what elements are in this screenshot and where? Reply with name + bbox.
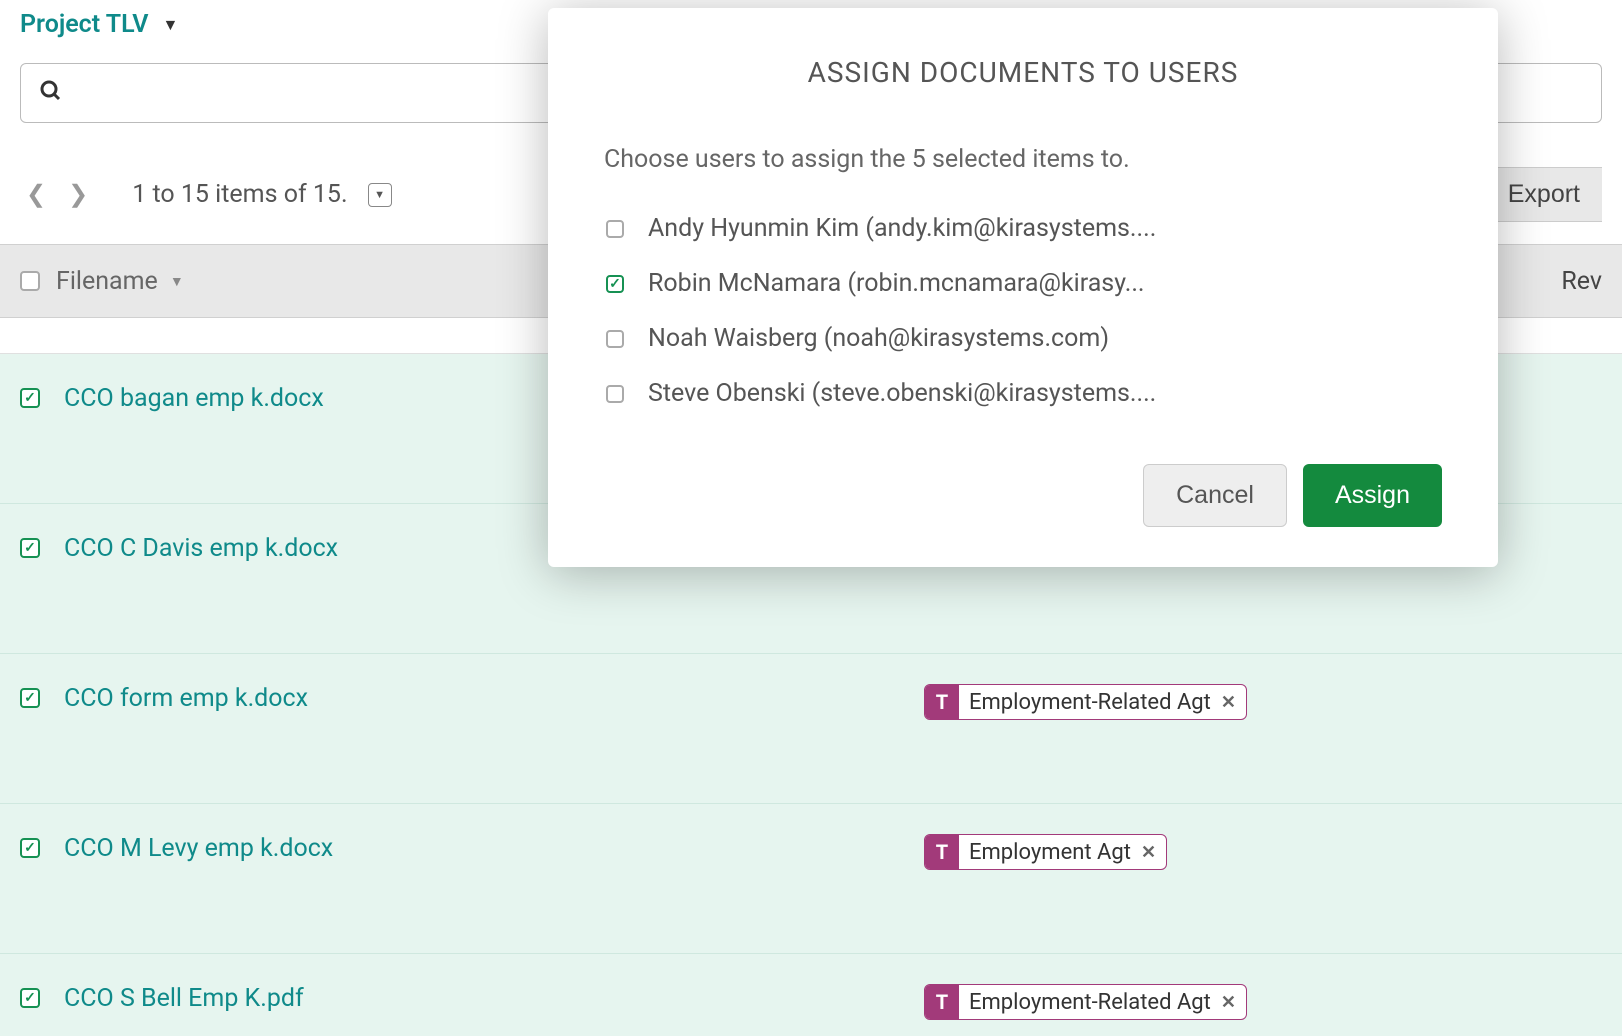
caret-down-icon: ▼: [374, 188, 385, 201]
tag-label: Employment-Related Agt: [959, 990, 1221, 1015]
user-label: Andy Hyunmin Kim (andy.kim@kirasystems..…: [648, 214, 1156, 243]
tags: TEmployment Agt✕: [924, 834, 1167, 870]
tags: TEmployment-Related Agt✕: [924, 684, 1247, 720]
modal-title: ASSIGN DOCUMENTS TO USERS: [604, 56, 1442, 89]
project-name: Project TLV: [20, 10, 149, 39]
table-row: CCO S Bell Emp K.pdfTEmployment-Related …: [0, 954, 1622, 1036]
sort-caret-icon: ▼: [170, 273, 184, 290]
column-header-filename-label: Filename: [56, 267, 158, 296]
prev-page-button[interactable]: ❮: [20, 180, 52, 209]
tag[interactable]: TEmployment-Related Agt✕: [924, 684, 1247, 720]
row-checkbox[interactable]: [20, 688, 40, 708]
table-row: CCO form emp k.docxTEmployment-Related A…: [0, 654, 1622, 804]
tag-type-badge: T: [925, 835, 959, 869]
column-header-rev[interactable]: Rev: [1561, 267, 1602, 296]
user-list: Andy Hyunmin Kim (andy.kim@kirasystems..…: [604, 214, 1442, 408]
assign-documents-modal: ASSIGN DOCUMENTS TO USERS Choose users t…: [548, 8, 1498, 567]
tag[interactable]: TEmployment-Related Agt✕: [924, 984, 1247, 1020]
assign-button[interactable]: Assign: [1303, 464, 1442, 527]
tags: TEmployment-Related Agt✕: [924, 984, 1247, 1020]
table-row: CCO M Levy emp k.docxTEmployment Agt✕: [0, 804, 1622, 954]
row-checkbox[interactable]: [20, 988, 40, 1008]
cancel-button[interactable]: Cancel: [1143, 464, 1287, 527]
user-row[interactable]: Andy Hyunmin Kim (andy.kim@kirasystems..…: [606, 214, 1442, 243]
tag[interactable]: TEmployment Agt✕: [924, 834, 1167, 870]
user-row[interactable]: Robin McNamara (robin.mcnamara@kirasy...: [606, 269, 1442, 298]
tag-remove-icon[interactable]: ✕: [1221, 692, 1246, 713]
next-page-button[interactable]: ❯: [62, 180, 94, 209]
select-all-checkbox[interactable]: [20, 271, 40, 291]
user-checkbox[interactable]: [606, 385, 624, 403]
user-row[interactable]: Noah Waisberg (noah@kirasystems.com): [606, 324, 1442, 353]
user-checkbox[interactable]: [606, 275, 624, 293]
tag-remove-icon[interactable]: ✕: [1221, 992, 1246, 1013]
chevron-right-icon: ❯: [68, 181, 88, 208]
row-checkbox[interactable]: [20, 538, 40, 558]
modal-prompt: Choose users to assign the 5 selected it…: [604, 145, 1442, 174]
modal-buttons: Cancel Assign: [604, 464, 1442, 527]
filename-link[interactable]: CCO form emp k.docx: [64, 684, 924, 713]
filename-link[interactable]: CCO M Levy emp k.docx: [64, 834, 924, 863]
caret-down-icon: ▼: [163, 15, 179, 35]
tag-type-badge: T: [925, 985, 959, 1019]
pager-status: 1 to 15 items of 15.: [132, 180, 347, 209]
user-label: Robin McNamara (robin.mcnamara@kirasy...: [648, 269, 1145, 298]
pager-menu-button[interactable]: ▼: [368, 183, 392, 207]
user-checkbox[interactable]: [606, 220, 624, 238]
user-label: Steve Obenski (steve.obenski@kirasystems…: [648, 379, 1156, 408]
search-icon: [39, 79, 63, 107]
user-checkbox[interactable]: [606, 330, 624, 348]
chevron-left-icon: ❮: [26, 181, 46, 208]
tag-remove-icon[interactable]: ✕: [1141, 842, 1166, 863]
tag-type-badge: T: [925, 685, 959, 719]
export-button[interactable]: Export: [1485, 167, 1602, 222]
user-label: Noah Waisberg (noah@kirasystems.com): [648, 324, 1109, 353]
row-checkbox[interactable]: [20, 838, 40, 858]
filename-link[interactable]: CCO S Bell Emp K.pdf: [64, 984, 924, 1013]
user-row[interactable]: Steve Obenski (steve.obenski@kirasystems…: [606, 379, 1442, 408]
tag-label: Employment-Related Agt: [959, 690, 1221, 715]
project-dropdown[interactable]: Project TLV ▼: [20, 10, 178, 39]
row-checkbox[interactable]: [20, 388, 40, 408]
tag-label: Employment Agt: [959, 840, 1141, 865]
